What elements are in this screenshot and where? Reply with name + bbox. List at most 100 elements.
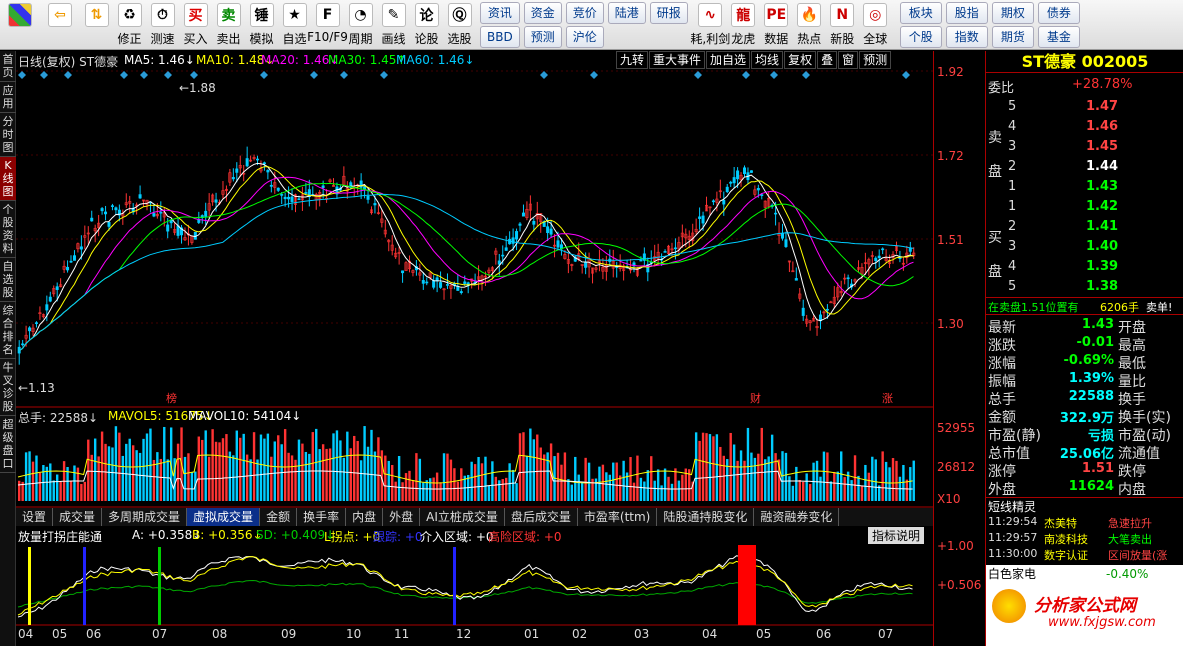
- side-tab-7[interactable]: 牛叉诊股: [0, 359, 16, 416]
- side-tab-3[interactable]: K线图: [0, 157, 16, 201]
- tab-7[interactable]: 外盘: [383, 508, 421, 526]
- tab-4[interactable]: 金额: [260, 508, 298, 526]
- indicator-signal-yellow: [28, 547, 31, 625]
- info-btn-3[interactable]: 陆港: [607, 2, 646, 24]
- toolbar2-btn-5[interactable]: ◎ 全球: [859, 0, 892, 50]
- market-btn-4[interactable]: 个股: [899, 26, 942, 48]
- volume-bar: [339, 440, 342, 501]
- toolbar-btn-8[interactable]: ✎ 画线: [377, 0, 410, 50]
- info-btn-2[interactable]: 竞价: [565, 2, 604, 24]
- tab-3[interactable]: 虚拟成交量: [187, 508, 261, 526]
- tab-8[interactable]: AI立桩成交量: [420, 508, 505, 526]
- candle-body: [546, 226, 550, 234]
- tab-0[interactable]: 设置: [16, 508, 54, 526]
- kline-btn-3[interactable]: 均线: [751, 51, 784, 69]
- toolbar-btn-6[interactable]: F F10/F9: [307, 0, 348, 50]
- volume-bar: [726, 459, 729, 501]
- volume-bar: [808, 484, 812, 501]
- side-tab-6[interactable]: 综合排名: [0, 302, 16, 359]
- info-btn-5[interactable]: BBD: [480, 26, 520, 48]
- candle-body: [673, 247, 677, 250]
- market-btn-2[interactable]: 期权: [991, 2, 1034, 24]
- volume-bar: [287, 452, 290, 501]
- toolbar2-5-label: 全球: [863, 32, 888, 46]
- stat-label-2: 市盈(动): [1118, 428, 1171, 444]
- volume-bar: [38, 472, 42, 501]
- toolbar2-btn-1[interactable]: 龍龙虎: [727, 0, 760, 50]
- info-btn-7[interactable]: 沪伦: [565, 26, 604, 48]
- tab-2[interactable]: 多周期成交量: [102, 508, 188, 526]
- candle-body: [107, 222, 111, 227]
- side-tab-0[interactable]: 首页: [0, 51, 16, 82]
- side-tab-8[interactable]: 超级盘口: [0, 416, 16, 473]
- volume-bar: [746, 427, 750, 501]
- stat-value: -0.69%: [1063, 353, 1115, 368]
- market-btn-5[interactable]: 指数: [945, 26, 988, 48]
- info-btn-4[interactable]: 研报: [649, 2, 688, 24]
- toolbar2-btn-4[interactable]: N 新股: [826, 0, 859, 50]
- market-btn-1[interactable]: 股指: [945, 2, 988, 24]
- buy-level: 3: [1008, 239, 1017, 254]
- up-down-button[interactable]: ⇅: [80, 0, 113, 50]
- back-button[interactable]: ⇦: [40, 0, 80, 50]
- flower-logo-icon: [992, 589, 1026, 623]
- volume-bar: [508, 463, 511, 501]
- info-btn-1[interactable]: 资金: [523, 2, 562, 24]
- side-tab-2[interactable]: 分时图: [0, 113, 16, 157]
- tab-5[interactable]: 换手率: [297, 508, 347, 526]
- toolbar-btn-10[interactable]: Ⓠ 选股: [443, 0, 476, 50]
- market-btn-6[interactable]: 期货: [991, 26, 1034, 48]
- tab-9[interactable]: 盘后成交量: [505, 508, 578, 526]
- tab-6[interactable]: 内盘: [346, 508, 384, 526]
- month-15: 07: [878, 627, 894, 641]
- toolbar2-btn-2[interactable]: PE 数据: [760, 0, 793, 50]
- candle-body: [421, 280, 425, 284]
- toolbar-btn-2[interactable]: 买买入: [179, 0, 212, 50]
- side-tab-1[interactable]: 应用: [0, 82, 16, 113]
- market-btn-0[interactable]: 板块: [899, 2, 942, 24]
- candle-body: [439, 282, 443, 288]
- tab-12[interactable]: 融资融券变化: [754, 508, 840, 526]
- volume-bar: [163, 426, 166, 501]
- toolbar2-btn-0[interactable]: ∿ 耗,利剑: [690, 0, 730, 50]
- volume-bar: [228, 451, 232, 501]
- tab-10[interactable]: 市盈率(ttm): [578, 508, 658, 526]
- toolbar-btn-0[interactable]: ♻ 修正: [113, 0, 146, 50]
- side-tab-4[interactable]: 个股资料: [0, 201, 16, 258]
- kline-btn-2[interactable]: 加自选: [706, 51, 751, 69]
- kline-btn-7[interactable]: 预测: [859, 51, 892, 69]
- market-btn-7[interactable]: 基金: [1037, 26, 1080, 48]
- info-btn-0[interactable]: 资讯: [480, 2, 520, 24]
- toolbar-btn-1[interactable]: ⏱ 测速: [146, 0, 179, 50]
- stat-label-2: 最低: [1118, 356, 1146, 372]
- volume-bar: [204, 430, 207, 501]
- market-btn-3[interactable]: 债券: [1037, 2, 1080, 24]
- toolbar-btn-5[interactable]: ★ 自选: [278, 0, 311, 50]
- toolbar-btn-3[interactable]: 卖卖出: [212, 0, 245, 50]
- volume-bar: [456, 481, 460, 501]
- toolbar-btn-7[interactable]: ◔ 周期: [344, 0, 377, 50]
- kline-btn-6[interactable]: 窗: [838, 51, 859, 69]
- volume-bar: [774, 453, 777, 501]
- mavol10-label: MAVOL10: 54104↓: [188, 409, 302, 423]
- side-tab-5[interactable]: 自选股: [0, 258, 16, 302]
- grid-button[interactable]: [0, 0, 40, 50]
- footer-sector-row[interactable]: 白色家电 -0.40%: [986, 565, 1183, 583]
- info-btn-6[interactable]: 预测: [523, 26, 562, 48]
- kline-btn-1[interactable]: 重大事件: [649, 51, 706, 69]
- kline-btn-4[interactable]: 复权: [784, 51, 817, 69]
- toolbar-btn-9[interactable]: 论论股: [410, 0, 443, 50]
- indicator-help-button[interactable]: 指标说明: [868, 527, 925, 544]
- toolbar2-btn-3[interactable]: 🔥 热点: [793, 0, 826, 50]
- kline-btn-0[interactable]: 九转: [616, 51, 649, 69]
- vol-tick-1: 26812: [937, 460, 976, 474]
- volume-bar: [567, 479, 570, 501]
- candle-body: [877, 255, 881, 258]
- tab-11[interactable]: 陆股通持股变化: [657, 508, 755, 526]
- candle-body: [321, 185, 325, 188]
- tab-1[interactable]: 成交量: [53, 508, 103, 526]
- kline-btn-5[interactable]: 叠: [817, 51, 838, 69]
- toolbar-btn-4[interactable]: 锤模拟: [245, 0, 278, 50]
- candle-body: [722, 200, 726, 205]
- elf-row[interactable]: 11:30:00 数字认证 区间放量(涨: [986, 547, 1183, 565]
